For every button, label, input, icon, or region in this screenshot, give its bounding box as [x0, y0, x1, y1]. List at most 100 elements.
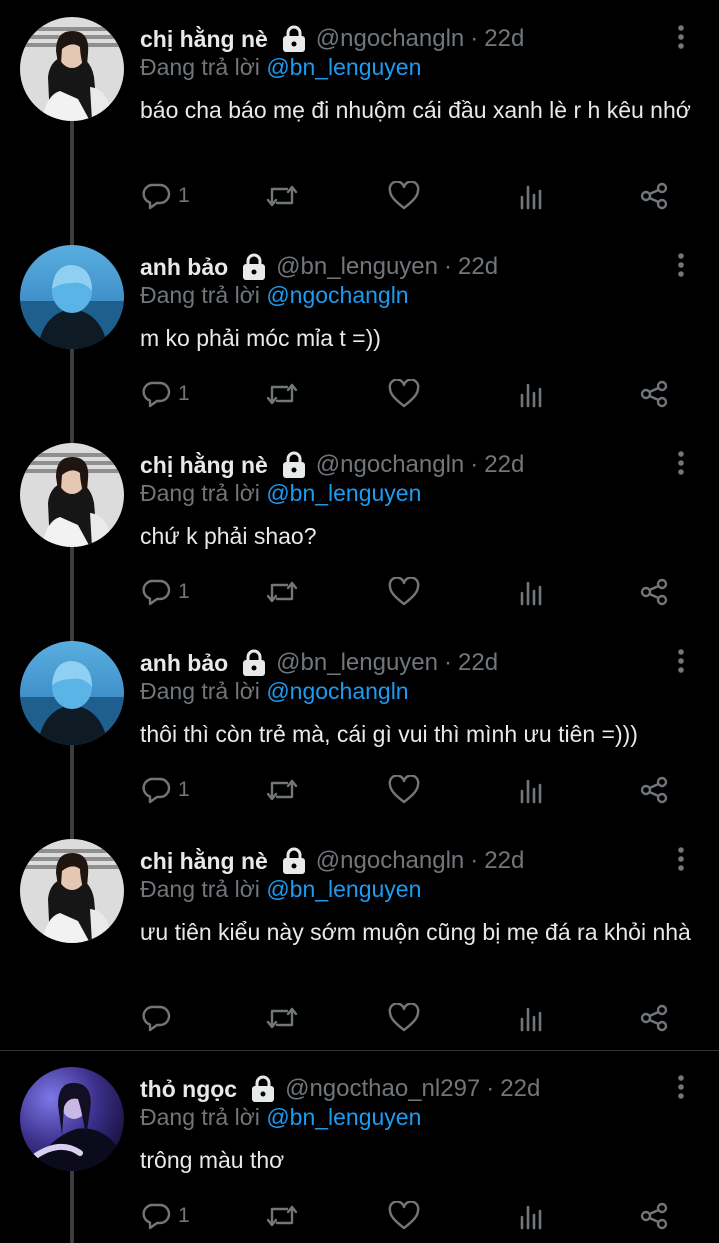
blue-hair-back-avatar-image [20, 641, 124, 745]
tweet-text: thôi thì còn trẻ mà, cái gì vui thì mình… [140, 721, 638, 747]
more-options-button[interactable] [673, 1073, 689, 1103]
mention-link[interactable]: @ngochangln [266, 282, 408, 308]
timestamp[interactable]: 22d [500, 1075, 540, 1103]
like-button[interactable] [388, 374, 420, 414]
share-button[interactable] [638, 176, 670, 216]
timestamp[interactable]: 22d [458, 253, 498, 281]
girl-portrait-avatar-image [20, 443, 124, 547]
retweet-button[interactable] [265, 998, 299, 1038]
lock-icon [240, 252, 268, 282]
more-options-button[interactable] [673, 845, 689, 875]
retweet-icon [266, 779, 298, 801]
display-name[interactable]: chị hằng nè [140, 452, 268, 479]
retweet-button[interactable] [265, 374, 299, 414]
action-bar [140, 998, 680, 1038]
avatar[interactable] [20, 17, 124, 121]
reply-tweet[interactable]: thỏ ngọc @ngocthao_nl297 · 22d Đang trả … [0, 1050, 719, 1243]
share-button[interactable] [638, 572, 670, 612]
retweet-icon [266, 185, 298, 207]
timestamp[interactable]: 22d [484, 451, 524, 479]
mention-link[interactable]: @bn_lenguyen [266, 54, 421, 80]
avatar[interactable] [20, 245, 124, 349]
reply-tweet[interactable]: anh bảo @bn_lenguyen · 22d Đang trả lời … [0, 228, 719, 426]
display-name[interactable]: anh bảo [140, 254, 228, 281]
handle[interactable]: @ngochangln [316, 25, 464, 53]
timestamp[interactable]: 22d [458, 649, 498, 677]
avatar[interactable] [20, 1067, 124, 1171]
like-button[interactable] [388, 1196, 420, 1236]
views-button[interactable] [517, 374, 547, 414]
retweet-button[interactable] [265, 770, 299, 810]
reply-tweet[interactable]: chị hằng nè @ngochangln · 22d Đang trả l… [0, 0, 719, 230]
views-button[interactable] [517, 176, 547, 216]
like-button[interactable] [388, 998, 420, 1038]
retweet-icon [266, 383, 298, 405]
tweet-text: m ko phải móc mỉa t =)) [140, 325, 381, 351]
share-icon [640, 182, 668, 210]
views-button[interactable] [517, 1196, 547, 1236]
replying-to-label: Đang trả lời [140, 54, 260, 80]
display-name[interactable]: chị hằng nè [140, 26, 268, 53]
avatar[interactable] [20, 641, 124, 745]
reply-icon [142, 579, 171, 606]
reply-button[interactable] [142, 998, 178, 1038]
views-button[interactable] [517, 770, 547, 810]
action-bar: 1 [140, 374, 680, 414]
reply-tweet[interactable]: anh bảo @bn_lenguyen · 22d Đang trả lời … [0, 624, 719, 822]
heart-icon [388, 1003, 420, 1032]
retweet-button[interactable] [265, 1196, 299, 1236]
handle[interactable]: @ngochangln [316, 847, 464, 875]
reply-icon [142, 1203, 171, 1230]
handle[interactable]: @bn_lenguyen [276, 253, 438, 281]
share-button[interactable] [638, 998, 670, 1038]
share-button[interactable] [638, 374, 670, 414]
more-options-button[interactable] [673, 647, 689, 677]
handle[interactable]: @ngochangln [316, 451, 464, 479]
share-button[interactable] [638, 770, 670, 810]
reply-button[interactable]: 1 [142, 1196, 190, 1236]
mention-link[interactable]: @bn_lenguyen [266, 876, 421, 902]
mention-link[interactable]: @ngochangln [266, 678, 408, 704]
avatar[interactable] [20, 839, 124, 943]
retweet-button[interactable] [265, 176, 299, 216]
separator-dot: · [444, 649, 452, 676]
timestamp[interactable]: 22d [484, 847, 524, 875]
blue-hair-back-avatar-image [20, 245, 124, 349]
separator-dot: · [470, 847, 479, 874]
handle[interactable]: @bn_lenguyen [276, 649, 438, 677]
display-name[interactable]: chị hằng nè [140, 848, 268, 875]
replying-to-label: Đang trả lời [140, 876, 260, 902]
mention-link[interactable]: @bn_lenguyen [266, 480, 421, 506]
reply-button[interactable]: 1 [142, 572, 190, 612]
action-bar: 1 [140, 1196, 680, 1236]
handle[interactable]: @ngocthao_nl297 [285, 1075, 480, 1103]
views-icon [520, 1205, 542, 1230]
reply-button[interactable]: 1 [142, 374, 190, 414]
display-name[interactable]: thỏ ngọc [140, 1076, 237, 1103]
reply-tweet[interactable]: chị hằng nè @ngochangln · 22d Đang trả l… [0, 822, 719, 1050]
more-options-button[interactable] [673, 23, 689, 53]
views-button[interactable] [517, 572, 547, 612]
like-button[interactable] [388, 176, 420, 216]
avatar[interactable] [20, 443, 124, 547]
more-vertical-icon [678, 451, 684, 475]
reply-count: 1 [178, 382, 190, 405]
more-options-button[interactable] [673, 449, 689, 479]
display-name[interactable]: anh bảo [140, 650, 228, 677]
mention-link[interactable]: @bn_lenguyen [266, 1104, 421, 1130]
like-button[interactable] [388, 770, 420, 810]
action-bar: 1 [140, 572, 680, 612]
tweet-text: trông màu thơ [140, 1147, 285, 1173]
like-button[interactable] [388, 572, 420, 612]
separator-dot: · [470, 451, 479, 478]
reply-button[interactable]: 1 [142, 176, 190, 216]
timestamp[interactable]: 22d [484, 25, 524, 53]
reply-button[interactable]: 1 [142, 770, 190, 810]
reply-tweet[interactable]: chị hằng nè @ngochangln · 22d Đang trả l… [0, 426, 719, 624]
replying-to-label: Đang trả lời [140, 282, 260, 308]
views-button[interactable] [517, 998, 547, 1038]
lock-icon [249, 1074, 277, 1104]
retweet-button[interactable] [265, 572, 299, 612]
more-options-button[interactable] [673, 251, 689, 281]
share-button[interactable] [638, 1196, 670, 1236]
